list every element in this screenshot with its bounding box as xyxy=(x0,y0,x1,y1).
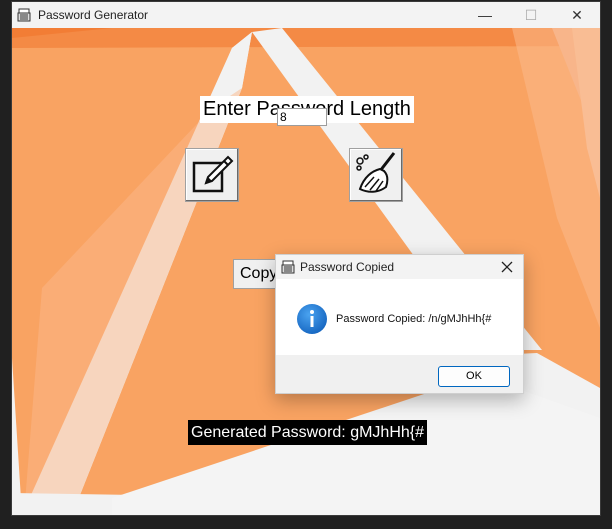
clear-button[interactable] xyxy=(349,148,403,202)
password-copied-dialog: Password Copied Password Copied: /n/gMJh… xyxy=(275,254,524,394)
titlebar: Password Generator — ☐ ✕ xyxy=(12,2,600,28)
app-icon xyxy=(16,7,32,23)
generated-password-label: Generated Password: gMJhHh{# xyxy=(188,420,428,445)
window-title: Password Generator xyxy=(38,8,149,22)
broom-icon xyxy=(356,152,396,193)
info-icon xyxy=(297,304,327,334)
edit-icon xyxy=(192,155,234,193)
generate-button[interactable] xyxy=(185,148,239,202)
dialog-footer: OK xyxy=(276,355,523,393)
dialog-body: Password Copied: /n/gMJhHh{# xyxy=(276,279,523,355)
dialog-titlebar: Password Copied xyxy=(276,255,523,279)
password-length-input[interactable]: 8 xyxy=(277,108,327,126)
ok-button[interactable]: OK xyxy=(438,366,510,387)
dialog-title: Password Copied xyxy=(300,260,395,274)
dialog-app-icon xyxy=(280,259,296,275)
dialog-message: Password Copied: /n/gMJhHh{# xyxy=(336,313,492,325)
minimize-button[interactable]: — xyxy=(462,2,508,28)
maximize-button[interactable]: ☐ xyxy=(508,2,554,28)
close-icon xyxy=(501,261,513,273)
close-button[interactable]: ✕ xyxy=(554,2,600,28)
dialog-close-button[interactable] xyxy=(497,257,517,277)
